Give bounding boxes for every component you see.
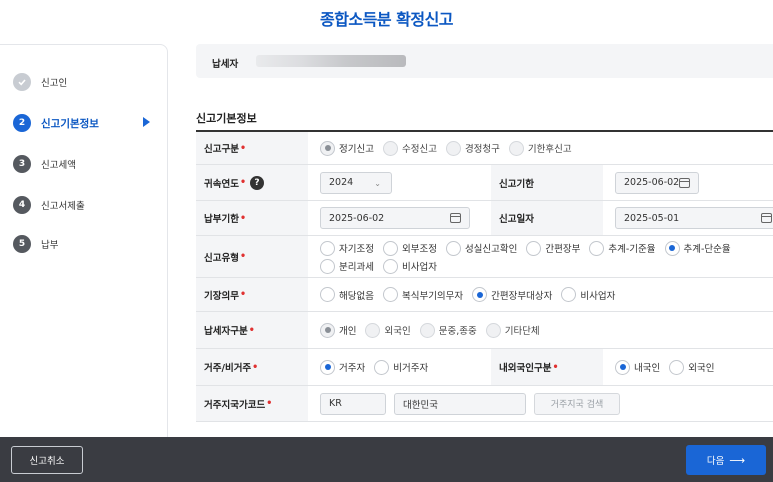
taxpayer-label: 납세자 bbox=[212, 59, 239, 70]
taxpayer-name-redacted bbox=[256, 55, 406, 67]
row-taxpayer-type: 납세자구분 • 개인 외국인 문중,종중 기타단체 bbox=[196, 312, 773, 349]
calendar-icon bbox=[450, 213, 461, 223]
arrow-right-icon bbox=[143, 117, 150, 127]
radio-double-entry[interactable]: 복식부기의무자 bbox=[382, 286, 463, 304]
row-report-type: 신고구분 • 정기신고 수정신고 경정청구 기한후신고 bbox=[196, 132, 773, 165]
step-number: 5 bbox=[13, 235, 31, 253]
step-number: 2 bbox=[13, 114, 31, 132]
radio-simple-book-target[interactable]: 간편장부대상자 bbox=[472, 286, 552, 304]
taxpayer-type-label: 납세자구분 • bbox=[196, 312, 308, 348]
residency-options: 거주자 비거주자 bbox=[308, 349, 491, 385]
nationality-label: 내외국인구분 • bbox=[491, 349, 603, 385]
report-kind-label: 신고유형 • bbox=[196, 236, 308, 277]
pay-deadline-label: 납부기한 • bbox=[196, 201, 308, 235]
radio-non-resident[interactable]: 비거주자 bbox=[374, 358, 428, 376]
radio-separate-tax[interactable]: 분리과세 bbox=[320, 257, 374, 275]
step-label: 신고기본정보 bbox=[41, 117, 99, 130]
row-report-kind: 신고유형 • 자기조정 외부조정 성실신고확인 간편장부 추계-기준율 추계-단순… bbox=[196, 236, 773, 278]
check-icon bbox=[13, 73, 31, 91]
step-4[interactable]: 4 신고서제출 bbox=[13, 195, 163, 215]
row-year-deadline: 귀속연도 •? 2024 ⌄ 신고기한 2025-06-02 bbox=[196, 165, 773, 201]
cancel-report-button[interactable]: 신고취소 bbox=[11, 446, 83, 474]
radio-external-adjust[interactable]: 외부조정 bbox=[382, 239, 437, 257]
radio-non-business[interactable]: 비사업자 bbox=[382, 257, 437, 275]
nationality-options: 내국인 외국인 bbox=[603, 349, 773, 385]
belong-year-select[interactable]: 2024 ⌄ bbox=[320, 171, 392, 194]
step-2[interactable]: 2 신고기본정보 bbox=[13, 113, 163, 133]
section-title: 신고기본정보 bbox=[196, 112, 257, 125]
report-type-options: 정기신고 수정신고 경정청구 기한후신고 bbox=[196, 132, 773, 164]
country-name-input[interactable]: 대한민국 bbox=[394, 392, 526, 415]
radio-self-adjust[interactable]: 자기조정 bbox=[320, 239, 374, 257]
pay-deadline-input[interactable]: 2025-06-02 bbox=[320, 207, 470, 229]
residency-label: 거주/비거주 • bbox=[196, 349, 308, 385]
basic-info-form: 신고구분 • 정기신고 수정신고 경정청구 기한후신고 귀속연도 •? 2024 ⌄ … bbox=[196, 130, 773, 422]
step-label: 신고서제출 bbox=[41, 201, 85, 212]
radio-clan[interactable]: 문중,종중 bbox=[419, 321, 477, 339]
report-kind-options: 자기조정 외부조정 성실신고확인 간편장부 추계-기준율 추계-단순율 분리과세… bbox=[308, 236, 773, 277]
step-number: 4 bbox=[13, 196, 31, 214]
report-date-label: 신고일자 bbox=[491, 201, 603, 235]
calendar-icon bbox=[679, 177, 690, 188]
help-icon[interactable]: ? bbox=[250, 175, 265, 190]
bookkeeping-options: 해당없음 복식부기의무자 간편장부대상자 비사업자 bbox=[308, 278, 773, 311]
arrow-right-icon: ⟶ bbox=[729, 453, 746, 467]
radio-sincere-confirm[interactable]: 성실신고확인 bbox=[445, 239, 517, 257]
radio-resident[interactable]: 거주자 bbox=[320, 358, 365, 376]
radio-estimate-simple[interactable]: 추계-단순율 bbox=[664, 239, 731, 257]
step-sidebar: 신고인 2 신고기본정보 3 신고세액 4 신고서제출 5 납부 bbox=[0, 44, 168, 444]
belong-year-cell: 2024 ⌄ bbox=[308, 165, 491, 200]
footer-bar: 신고취소 다음 ⟶ bbox=[0, 437, 773, 482]
bookkeeping-label: 기장의무 • bbox=[196, 278, 308, 311]
radio-late[interactable]: 기한후신고 bbox=[508, 139, 572, 157]
radio-regular[interactable]: 정기신고 bbox=[320, 139, 374, 157]
radio-estimate-standard[interactable]: 추계-기준율 bbox=[589, 239, 656, 257]
radio-other-group[interactable]: 기타단체 bbox=[485, 321, 540, 339]
belong-year-label: 귀속연도 •? bbox=[196, 165, 308, 200]
calendar-icon bbox=[761, 213, 772, 223]
radio-domestic[interactable]: 내국인 bbox=[615, 358, 660, 376]
radio-correction[interactable]: 경정청구 bbox=[445, 139, 500, 157]
report-deadline-cell: 2025-06-02 bbox=[603, 165, 773, 200]
report-deadline-input[interactable]: 2025-06-02 bbox=[615, 171, 699, 194]
row-pay-date: 납부기한 • 2025-06-02 신고일자 2025-05-01 bbox=[196, 201, 773, 236]
radio-individual[interactable]: 개인 bbox=[320, 321, 356, 339]
radio-foreign[interactable]: 외국인 bbox=[669, 358, 714, 376]
radio-amend[interactable]: 수정신고 bbox=[382, 139, 437, 157]
radio-foreigner[interactable]: 외국인 bbox=[365, 321, 411, 339]
step-3[interactable]: 3 신고세액 bbox=[13, 154, 163, 174]
step-1[interactable]: 신고인 bbox=[13, 72, 163, 92]
step-label: 납부 bbox=[41, 240, 59, 251]
row-bookkeeping: 기장의무 • 해당없음 복식부기의무자 간편장부대상자 비사업자 bbox=[196, 278, 773, 312]
next-button[interactable]: 다음 ⟶ bbox=[686, 445, 766, 475]
country-code-label: 거주지국가코드 • bbox=[196, 386, 308, 421]
report-deadline-label: 신고기한 bbox=[491, 165, 603, 200]
step-number: 3 bbox=[13, 155, 31, 173]
report-date-cell: 2025-05-01 bbox=[603, 201, 773, 235]
step-label: 신고세액 bbox=[41, 160, 76, 171]
pay-deadline-cell: 2025-06-02 bbox=[308, 201, 491, 235]
taxpayer-type-options: 개인 외국인 문중,종중 기타단체 bbox=[308, 312, 773, 348]
country-code-cell: KR 대한민국 거주지국 검색 bbox=[308, 386, 773, 421]
step-label: 신고인 bbox=[41, 78, 68, 89]
country-search-button[interactable]: 거주지국 검색 bbox=[534, 392, 620, 415]
country-code-input[interactable]: KR bbox=[320, 392, 386, 415]
radio-non-business-book[interactable]: 비사업자 bbox=[561, 286, 615, 304]
step-5[interactable]: 5 납부 bbox=[13, 234, 163, 254]
radio-simple-book[interactable]: 간편장부 bbox=[526, 239, 580, 257]
page-title: 종합소득분 확정신고 bbox=[319, 10, 454, 29]
taxpayer-box: 납세자 bbox=[196, 44, 773, 78]
radio-not-applicable[interactable]: 해당없음 bbox=[320, 286, 374, 304]
row-country-code: 거주지국가코드 • KR 대한민국 거주지국 검색 bbox=[196, 386, 773, 422]
report-date-input[interactable]: 2025-05-01 bbox=[615, 207, 773, 229]
chevron-down-icon: ⌄ bbox=[374, 178, 381, 188]
row-residency: 거주/비거주 • 거주자 비거주자 내외국인구분 • 내국인 외국인 bbox=[196, 349, 773, 386]
